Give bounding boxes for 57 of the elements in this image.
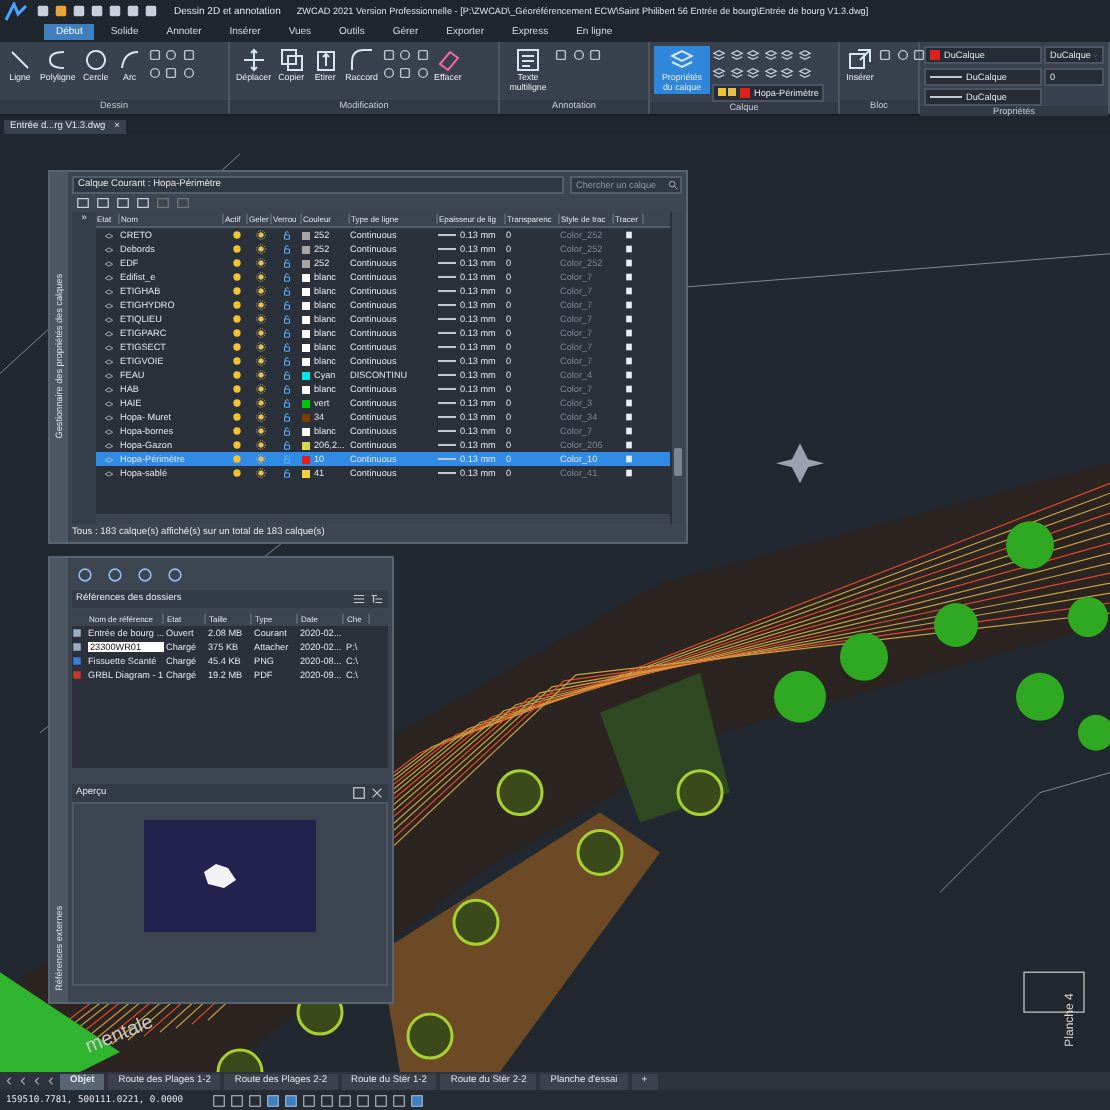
arc-icon — [117, 48, 142, 72]
lock-icon[interactable] — [282, 398, 292, 408]
layers-icon — [670, 48, 694, 72]
lock-icon[interactable] — [282, 370, 292, 380]
close-icon[interactable] — [370, 786, 384, 800]
copy-icon — [279, 48, 304, 72]
line-sample — [930, 75, 962, 77]
color-swatch[interactable] — [302, 329, 310, 337]
color-swatch[interactable] — [302, 245, 310, 253]
lock-icon[interactable] — [282, 314, 292, 324]
color-swatch[interactable] — [302, 273, 310, 281]
color-swatch[interactable] — [302, 259, 310, 267]
tree-view-icon[interactable] — [370, 592, 384, 606]
pdf-file-icon — [72, 670, 82, 680]
color-swatch[interactable] — [302, 427, 310, 435]
lock-icon[interactable] — [282, 230, 292, 240]
lock-icon[interactable] — [282, 356, 292, 366]
color-swatch[interactable] — [302, 287, 310, 295]
lock-icon[interactable] — [282, 286, 292, 296]
image-file-icon — [72, 656, 82, 666]
color-swatch[interactable] — [302, 441, 310, 449]
lock-icon[interactable] — [282, 342, 292, 352]
line-icon — [8, 48, 32, 72]
lock-icon[interactable] — [282, 412, 292, 422]
color-swatch[interactable] — [302, 357, 310, 365]
color-swatch[interactable] — [302, 315, 310, 323]
lock-icon[interactable] — [282, 272, 292, 282]
color-swatch[interactable] — [302, 343, 310, 351]
lock-icon[interactable] — [282, 426, 292, 436]
text-icon — [516, 48, 540, 72]
list-view-icon[interactable] — [352, 592, 366, 606]
insert-icon — [848, 48, 872, 72]
fillet-icon — [349, 48, 374, 72]
color-swatch[interactable] — [302, 385, 310, 393]
lock-icon[interactable] — [282, 468, 292, 478]
lock-icon[interactable] — [282, 244, 292, 254]
color-swatch[interactable] — [302, 413, 310, 421]
color-swatch[interactable] — [302, 455, 310, 463]
color-swatch[interactable] — [302, 371, 310, 379]
eraser-icon — [435, 48, 460, 72]
lock-icon[interactable] — [282, 258, 292, 268]
stretch-icon — [313, 48, 338, 72]
lock-icon[interactable] — [282, 300, 292, 310]
lock-icon[interactable] — [282, 384, 292, 394]
color-swatch[interactable] — [302, 231, 310, 239]
polyline-icon — [45, 48, 70, 72]
color-swatch[interactable] — [302, 399, 310, 407]
color-swatch[interactable] — [302, 301, 310, 309]
lock-icon[interactable] — [282, 328, 292, 338]
app-logo-icon[interactable] — [4, 1, 28, 21]
line-sample — [930, 96, 962, 98]
scrollbar-thumb[interactable] — [673, 448, 681, 476]
window-icon[interactable] — [352, 786, 366, 800]
lock-icon[interactable] — [282, 440, 292, 450]
move-icon — [241, 48, 266, 72]
color-swatch[interactable] — [302, 469, 310, 477]
search-icon — [668, 180, 678, 190]
